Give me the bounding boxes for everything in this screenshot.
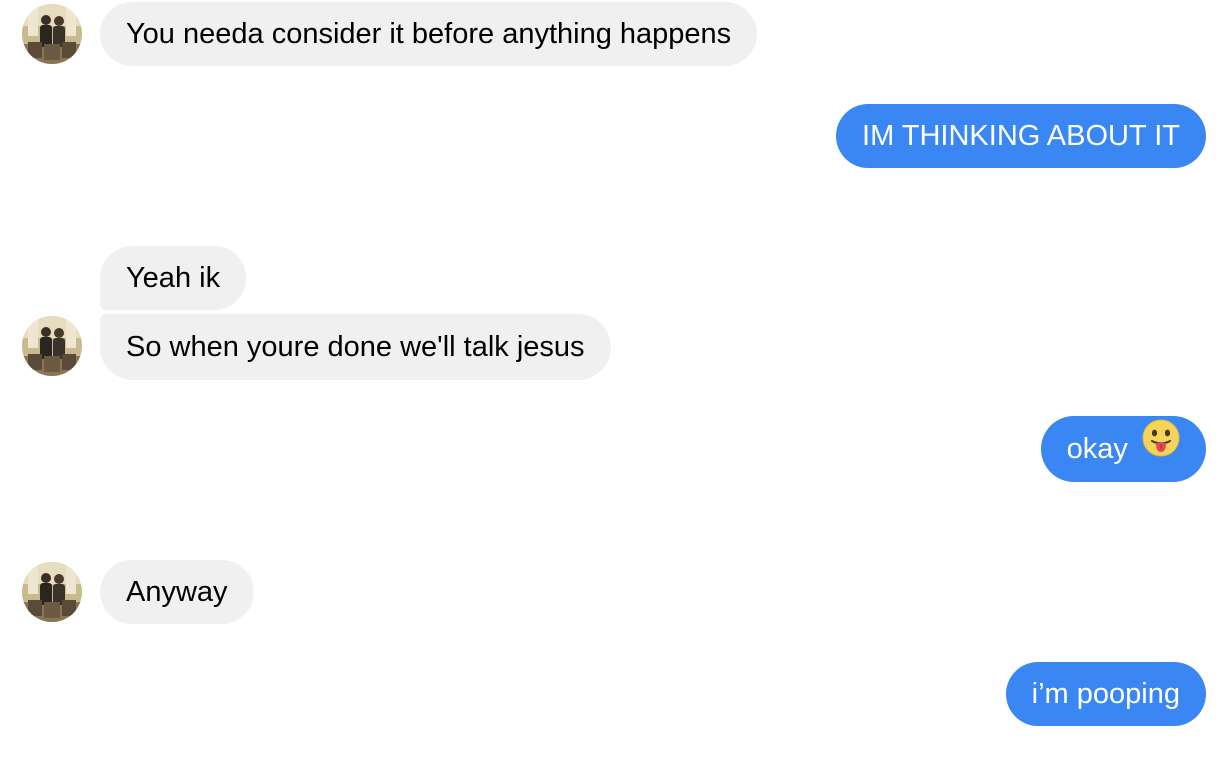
message-text: i’m pooping: [1031, 678, 1180, 710]
message-bubble-outgoing[interactable]: i’m pooping: [1005, 662, 1206, 726]
message-text: IM THINKING ABOUT IT: [862, 120, 1180, 152]
message-text: Yeah ik: [126, 262, 221, 294]
contact-avatar[interactable]: [22, 316, 82, 376]
message-bubble-outgoing[interactable]: IM THINKING ABOUT IT: [836, 104, 1206, 168]
face-with-tongue-emoji: [1142, 415, 1180, 481]
message-bubble-incoming[interactable]: Anyway: [100, 560, 254, 624]
message-bubble-incoming[interactable]: Yeah ik: [100, 246, 247, 310]
message-bubble-outgoing[interactable]: okay: [1040, 415, 1206, 482]
message-bubble-incoming[interactable]: So when youre done we'll talk jesus: [100, 314, 611, 380]
contact-avatar[interactable]: [22, 562, 82, 622]
message-text: You needa consider it before anything ha…: [126, 18, 732, 50]
avatar-photo: [22, 4, 82, 64]
message-bubble-incoming[interactable]: You needa consider it before anything ha…: [100, 2, 758, 66]
message-text: okay: [1066, 433, 1128, 465]
avatar-photo: [22, 562, 82, 622]
avatar-photo: [22, 316, 82, 376]
message-text: So when youre done we'll talk jesus: [126, 331, 585, 363]
contact-avatar[interactable]: [22, 4, 82, 64]
message-text: Anyway: [126, 576, 228, 608]
